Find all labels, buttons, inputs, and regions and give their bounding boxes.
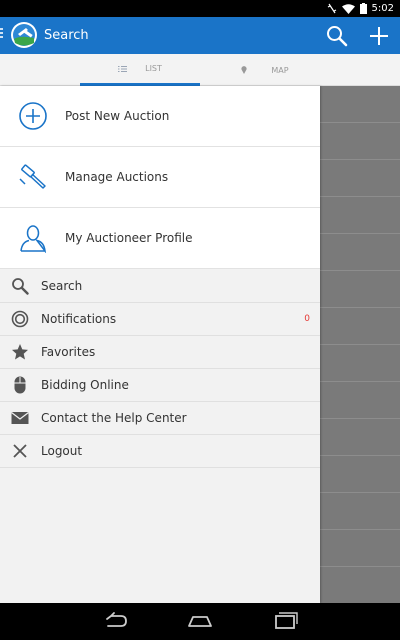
plus-circle-icon [19,102,47,130]
tab-list[interactable]: LIST [80,54,200,86]
search-icon[interactable] [326,25,348,47]
page-title: Search [44,28,89,43]
system-navigation-bar [0,603,400,640]
drawer-item-label: Notifications [41,312,117,326]
row-divider [320,455,400,456]
drawer-item-bidding-online[interactable]: Bidding Online [0,369,320,402]
row-divider [320,418,400,419]
close-icon [13,444,27,458]
home-icon[interactable] [187,611,213,631]
navigation-drawer: Post New Auction Manage Auctions My Auct… [0,86,320,603]
gavel-icon [19,164,46,189]
dimmed-content-area[interactable] [320,86,400,603]
wifi-icon [341,3,355,14]
list-icon [118,65,128,72]
tab-label: MAP [271,65,289,75]
back-icon[interactable] [103,611,129,631]
person-icon [20,225,46,253]
recent-apps-icon[interactable] [272,611,298,631]
battery-icon [359,3,367,14]
search-icon [12,278,29,295]
status-icons: 5:02 [327,1,394,16]
row-divider [320,159,400,160]
app-logo[interactable] [10,21,38,49]
row-divider [320,307,400,308]
row-divider [320,566,400,567]
drawer-item-logout[interactable]: Logout [0,435,320,468]
row-divider [320,122,400,123]
tab-label: LIST [145,64,162,73]
vibrate-icon [327,3,336,14]
drawer-item-manage-auctions[interactable]: Manage Auctions [0,147,320,208]
drawer-item-my-auctioneer-profile[interactable]: My Auctioneer Profile [0,208,320,269]
add-icon[interactable] [367,24,391,48]
drawer-item-label: Bidding Online [41,378,129,392]
drawer-item-notifications[interactable]: Notifications 0 [0,303,320,336]
row-divider [320,529,400,530]
drawer-indicator-icon[interactable] [0,28,4,42]
target-icon [11,310,29,328]
notification-count-badge: 0 [304,314,310,324]
row-divider [320,344,400,345]
row-divider [320,270,400,271]
status-bar: 5:02 [0,0,400,17]
envelope-icon [11,412,29,424]
tab-map[interactable]: MAP [210,54,320,86]
row-divider [320,233,400,234]
action-bar: Search [0,17,400,54]
row-divider [320,196,400,197]
drawer-item-label: Manage Auctions [65,170,169,184]
row-divider [320,492,400,493]
drawer-item-label: Contact the Help Center [41,411,187,425]
drawer-item-label: My Auctioneer Profile [65,231,193,245]
drawer-item-label: Favorites [41,345,96,359]
map-pin-icon [241,66,247,74]
star-icon [12,344,28,360]
status-time: 5:02 [371,3,394,14]
drawer-item-search[interactable]: Search [0,270,320,303]
drawer-item-favorites[interactable]: Favorites [0,336,320,369]
drawer-item-contact-help-center[interactable]: Contact the Help Center [0,402,320,435]
drawer-item-label: Post New Auction [65,109,170,123]
row-divider [320,381,400,382]
drawer-item-label: Search [41,279,83,293]
view-tabs: LIST MAP [0,54,400,86]
mouse-icon [14,376,26,394]
drawer-item-post-new-auction[interactable]: Post New Auction [0,86,320,147]
drawer-item-label: Logout [41,444,83,458]
